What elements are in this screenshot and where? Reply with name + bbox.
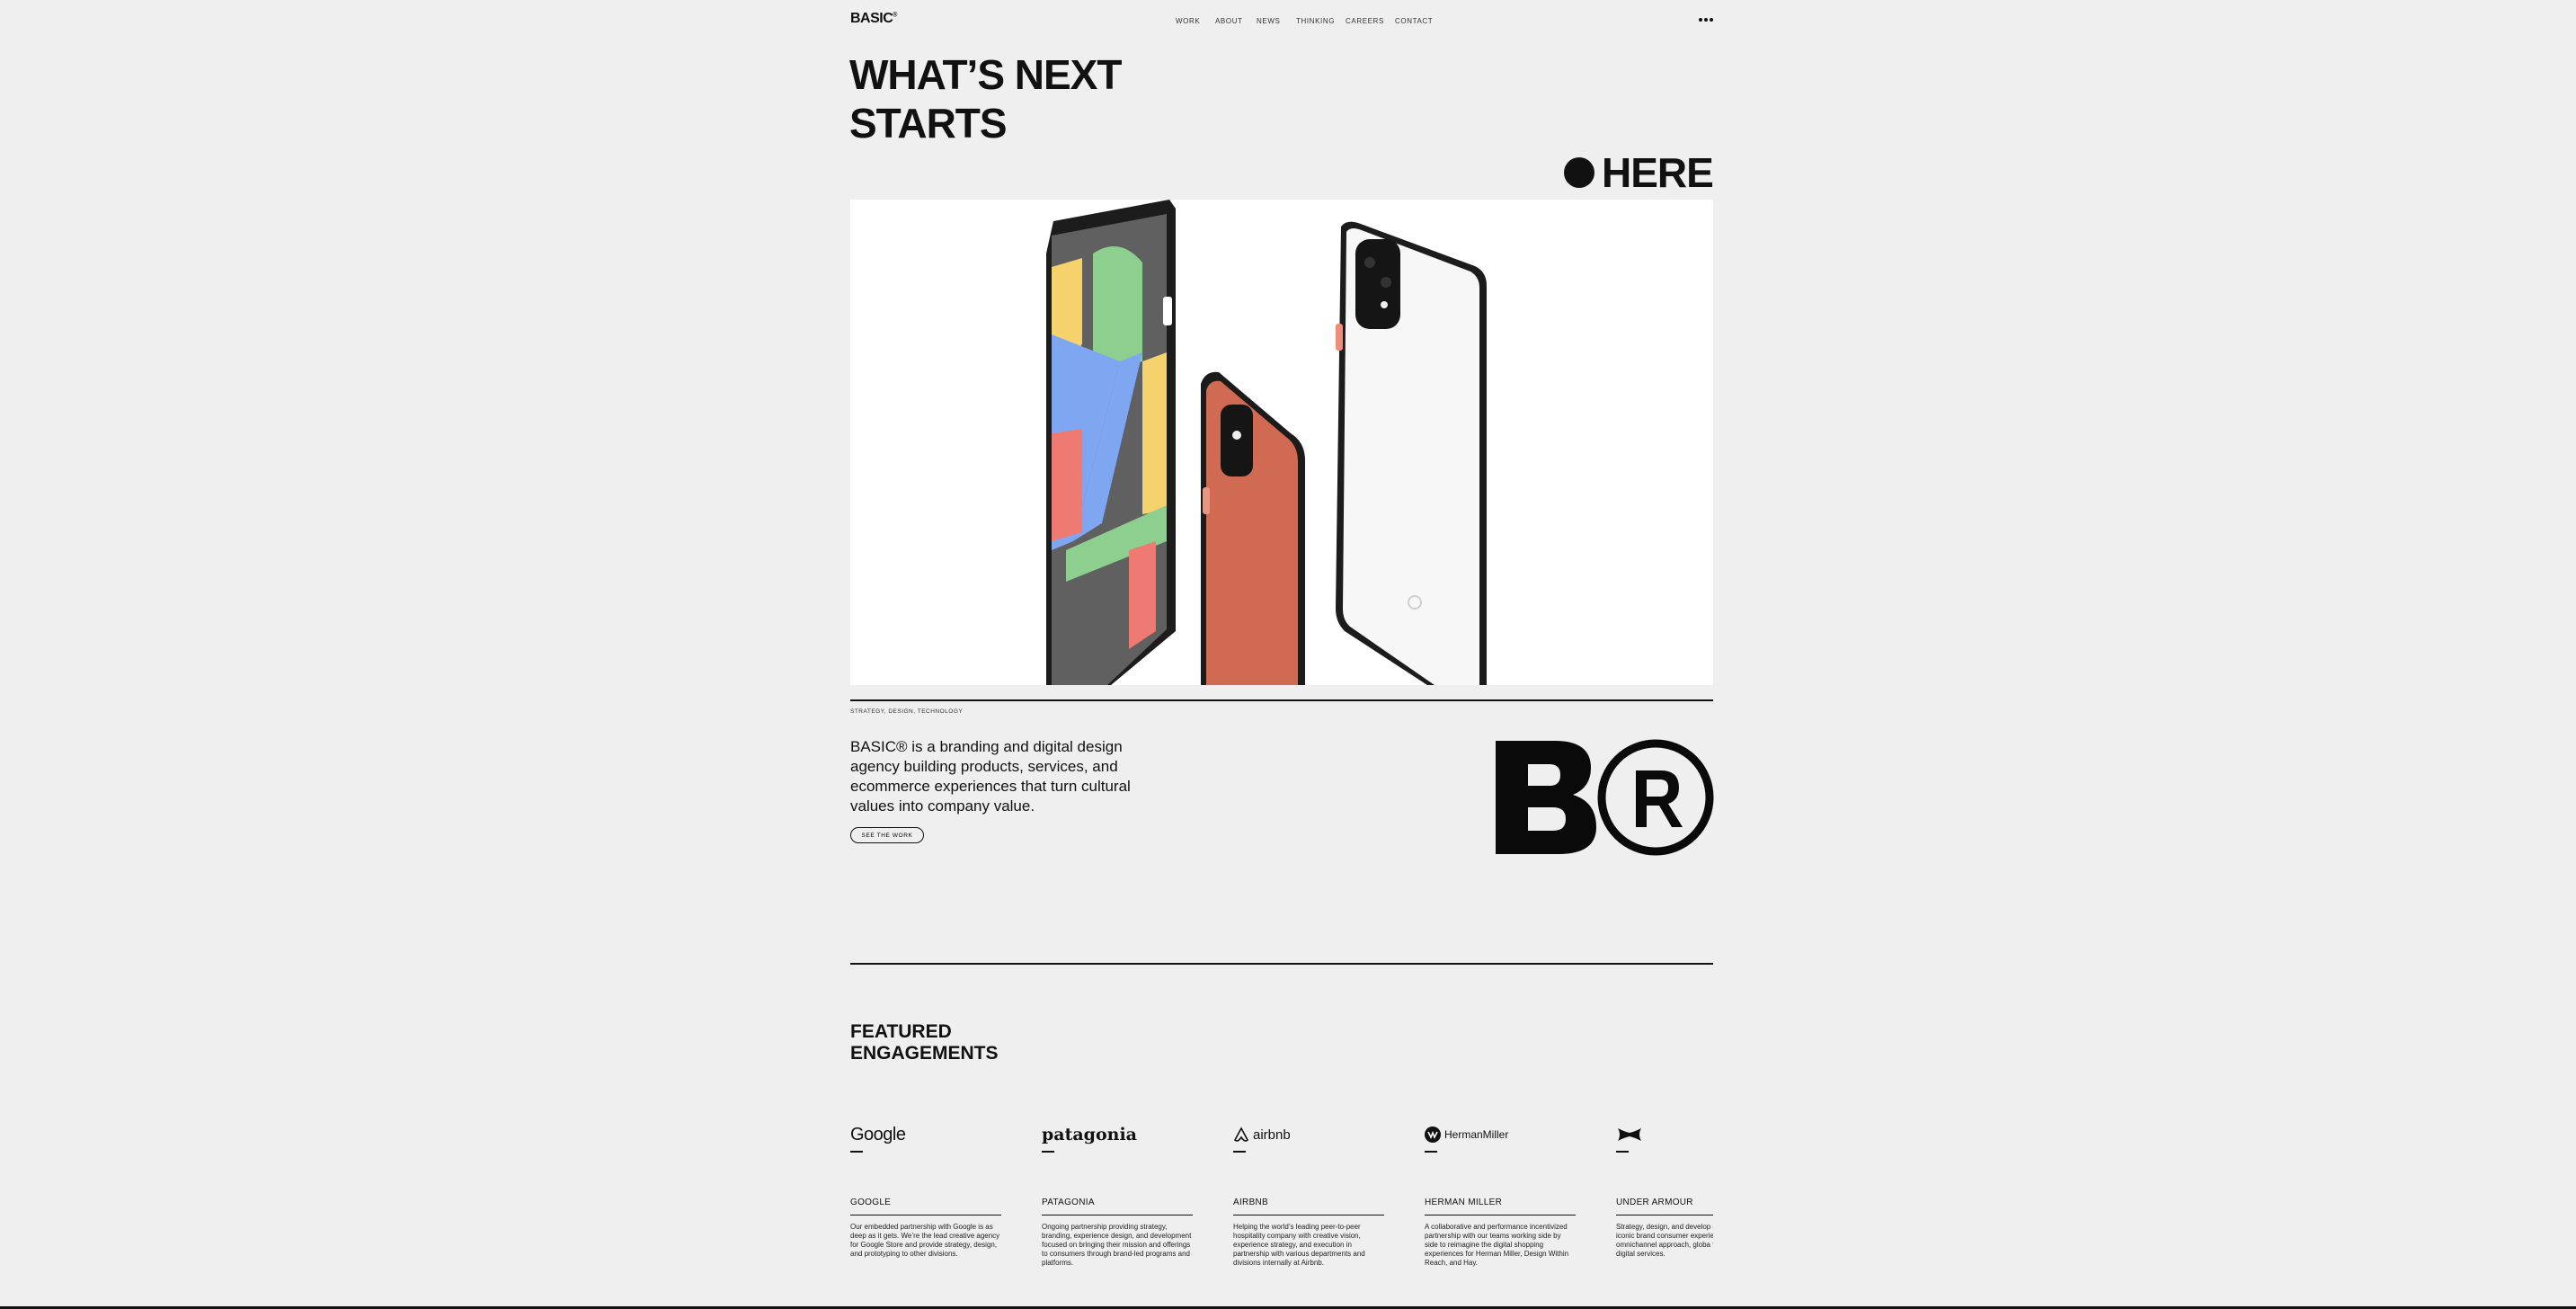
airbnb-icon bbox=[1234, 1126, 1248, 1142]
more-menu-icon[interactable] bbox=[1699, 18, 1713, 23]
intro-text: BASIC® is a branding and digital design … bbox=[850, 738, 1131, 815]
featured-title: FEATURED ENGAGEMENTS bbox=[850, 1021, 999, 1064]
nav-work[interactable]: WORK bbox=[1176, 17, 1200, 25]
featured-title-line2: ENGAGEMENTS bbox=[850, 1043, 999, 1064]
nav-thinking[interactable]: THINKING bbox=[1296, 17, 1335, 25]
engagement-description: Our embedded partnership with Google is … bbox=[850, 1223, 1000, 1258]
logo-dash bbox=[1425, 1151, 1437, 1153]
phone-white-back bbox=[1336, 221, 1487, 685]
nav-news[interactable]: NEWS bbox=[1257, 17, 1280, 25]
engagement-description: Ongoing partnership providing strategy, … bbox=[1042, 1223, 1192, 1267]
under-armour-icon bbox=[1618, 1128, 1641, 1141]
engagement-name: GOOGLE bbox=[850, 1197, 892, 1207]
logo-dash bbox=[1042, 1151, 1054, 1153]
herman-miller-icon bbox=[1425, 1126, 1441, 1143]
nav-about[interactable]: ABOUT bbox=[1215, 17, 1243, 25]
engagement-card-patagonia[interactable]: patagonia PATAGONIA Ongoing partnership … bbox=[1042, 1122, 1193, 1268]
logo-dash bbox=[1233, 1151, 1246, 1153]
circle-icon bbox=[1564, 157, 1594, 188]
engagement-rule bbox=[1233, 1214, 1384, 1216]
engagement-name: AIRBNB bbox=[1233, 1197, 1269, 1207]
engagement-card-google[interactable]: Google GOOGLE Our embedded partnership w… bbox=[850, 1122, 1001, 1259]
brand-logo-text: BASIC bbox=[850, 11, 893, 26]
phones-illustration bbox=[1046, 200, 1487, 685]
engagement-card-under-armour[interactable]: UNDER ARMOUR Strategy, design, and devel… bbox=[1616, 1122, 1713, 1259]
nav-careers[interactable]: CAREERS bbox=[1346, 17, 1384, 25]
engagement-rule bbox=[1616, 1214, 1713, 1216]
engagement-card-airbnb[interactable]: airbnb AIRBNB Helping the world’s leadin… bbox=[1233, 1122, 1384, 1268]
brand-logo-mark: ® bbox=[893, 12, 897, 19]
section-divider-featured bbox=[850, 963, 1713, 965]
engagement-description: A collaborative and performance incentiv… bbox=[1425, 1223, 1569, 1267]
engagement-rule bbox=[1042, 1214, 1193, 1216]
phone-orange-back bbox=[1201, 371, 1305, 685]
phone-screen-graphic bbox=[1046, 200, 1176, 685]
under-armour-logo bbox=[1616, 1122, 1713, 1147]
engagement-description: Helping the world’s leading peer-to-peer… bbox=[1233, 1223, 1365, 1267]
nav-contact[interactable]: CONTACT bbox=[1395, 17, 1433, 25]
engagement-description: Strategy, design, and develop differenti… bbox=[1616, 1223, 1713, 1258]
featured-title-line1: FEATURED bbox=[850, 1021, 952, 1042]
airbnb-logo: airbnb bbox=[1233, 1122, 1384, 1147]
engagement-name: UNDER ARMOUR bbox=[1616, 1197, 1693, 1207]
google-logo: Google bbox=[850, 1124, 906, 1144]
see-the-work-button[interactable]: SEE THE WORK bbox=[850, 827, 924, 843]
herman-miller-logo: HermanMiller bbox=[1425, 1122, 1576, 1147]
registered-trademark-icon bbox=[1496, 739, 1714, 856]
engagement-name: PATAGONIA bbox=[1042, 1197, 1095, 1207]
section-divider bbox=[850, 699, 1713, 701]
engagement-rule bbox=[1425, 1214, 1576, 1216]
hero-here: HERE bbox=[1564, 148, 1714, 197]
engagement-name: HERMAN MILLER bbox=[1425, 1197, 1503, 1207]
logo-dash bbox=[850, 1151, 863, 1153]
hero-title-line2: STARTS bbox=[849, 100, 1008, 147]
hero-title-line1: WHAT’S NEXT bbox=[849, 51, 1122, 98]
brand-logo[interactable]: BASIC® bbox=[850, 11, 897, 27]
hero-image-phones[interactable] bbox=[850, 200, 1713, 685]
tagline: STRATEGY, DESIGN, TECHNOLOGY bbox=[850, 708, 964, 715]
engagement-rule bbox=[850, 1214, 1001, 1216]
logo-dash bbox=[1616, 1151, 1629, 1153]
engagement-card-herman-miller[interactable]: HermanMiller HERMAN MILLER A collaborati… bbox=[1425, 1122, 1576, 1268]
patagonia-logo: patagonia bbox=[1042, 1125, 1137, 1144]
hero-title: WHAT’S NEXT STARTS bbox=[849, 50, 1122, 147]
engagement-card-under-armour-clip: UNDER ARMOUR Strategy, design, and devel… bbox=[1616, 1122, 1713, 1302]
hero-here-text: HERE bbox=[1602, 149, 1714, 196]
